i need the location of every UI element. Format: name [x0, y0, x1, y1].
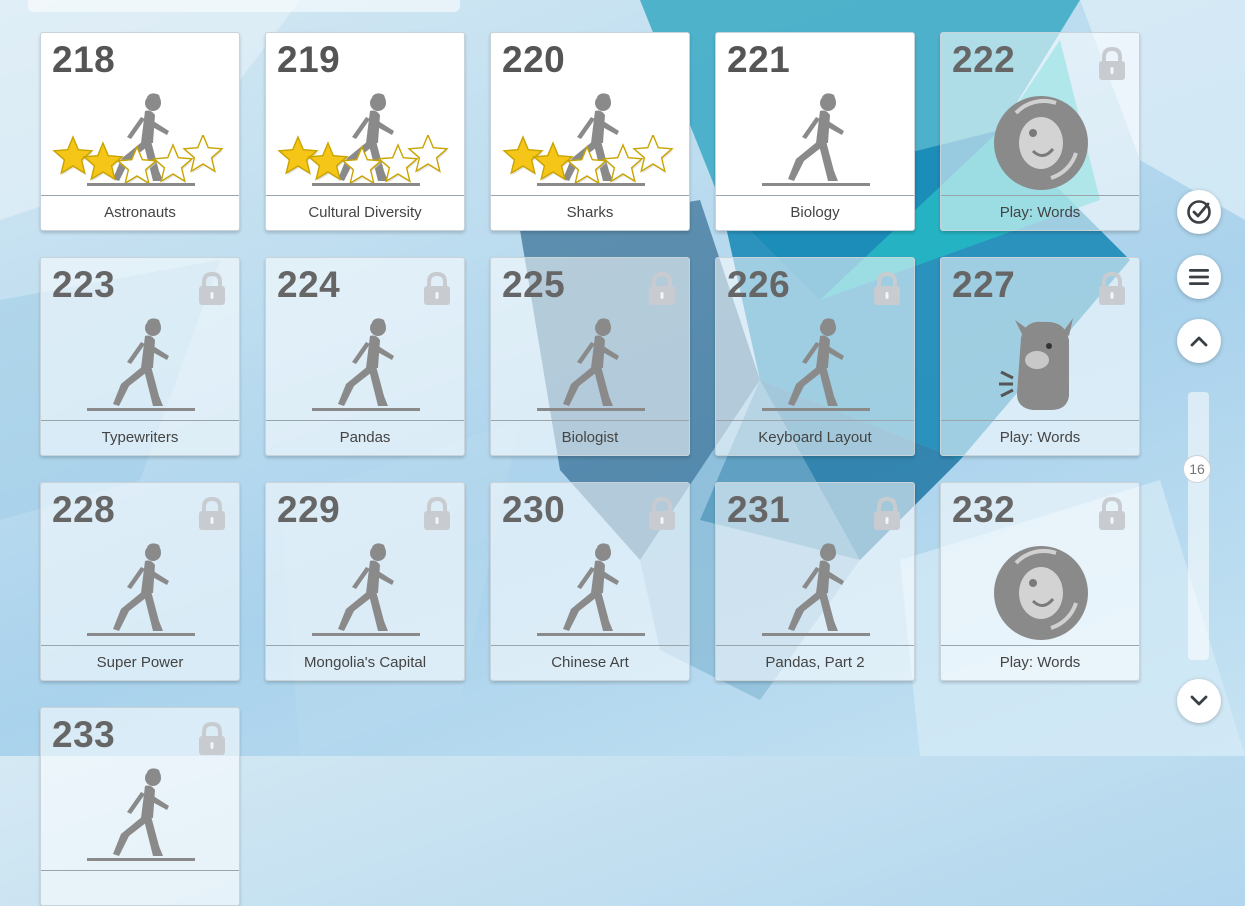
- lock-icon: [1099, 272, 1125, 305]
- level-label: Pandas: [266, 420, 464, 455]
- star-rating: [277, 135, 449, 183]
- game-monster-coin-icon: [994, 96, 1088, 190]
- level-label: Astronauts: [41, 195, 239, 230]
- level-label: Sharks: [491, 195, 689, 230]
- lock-icon: [1099, 47, 1125, 80]
- runner-icon: [312, 318, 420, 411]
- lock-icon: [199, 272, 225, 305]
- lock-icon: [199, 497, 225, 530]
- level-tile[interactable]: 231 Pandas, Part 2: [715, 482, 915, 681]
- lock-icon: [199, 722, 225, 755]
- chevron-up-icon: [1190, 336, 1208, 347]
- level-label: Pandas, Part 2: [716, 645, 914, 680]
- runner-icon: [537, 543, 645, 636]
- page-indicator[interactable]: 16: [1183, 455, 1211, 483]
- level-label: Biologist: [491, 420, 689, 455]
- level-tile[interactable]: 224 Pandas: [265, 257, 465, 456]
- check-circle-icon: [1187, 200, 1211, 224]
- runner-icon: [762, 543, 870, 636]
- level-tile[interactable]: 219 Cultural Diversity: [265, 32, 465, 231]
- runner-icon: [87, 543, 195, 636]
- game-monster-icon: [999, 318, 1073, 410]
- level-tile[interactable]: 223 Typewriters: [40, 257, 240, 456]
- level-tile[interactable]: 233: [40, 707, 240, 906]
- menu-button[interactable]: [1177, 255, 1221, 299]
- scroll-track[interactable]: [1188, 392, 1209, 660]
- runner-icon: [537, 318, 645, 411]
- hamburger-menu-icon: [1189, 269, 1209, 285]
- checklist-button[interactable]: [1177, 190, 1221, 234]
- lock-icon: [874, 497, 900, 530]
- lock-icon: [424, 497, 450, 530]
- level-label: Play: Words: [941, 645, 1139, 680]
- star-rating: [502, 135, 674, 183]
- runner-icon: [87, 318, 195, 411]
- level-label: Biology: [716, 195, 914, 230]
- runner-icon: [762, 318, 870, 411]
- level-label: Play: Words: [941, 195, 1139, 230]
- scroll-up-button[interactable]: [1177, 319, 1221, 363]
- level-tile[interactable]: 228 Super Power: [40, 482, 240, 681]
- game-monster-coin-icon: [994, 546, 1088, 640]
- lock-icon: [649, 497, 675, 530]
- lock-icon: [424, 272, 450, 305]
- level-label: Typewriters: [41, 420, 239, 455]
- lock-icon: [649, 272, 675, 305]
- level-tile[interactable]: 226 Keyboard Layout: [715, 257, 915, 456]
- level-label: Keyboard Layout: [716, 420, 914, 455]
- runner-icon: [87, 768, 195, 861]
- level-tile[interactable]: 232 Play: Words: [940, 482, 1140, 681]
- runner-icon: [762, 93, 870, 186]
- lock-icon: [874, 272, 900, 305]
- scroll-down-button[interactable]: [1177, 679, 1221, 723]
- level-tile[interactable]: 220 Sharks: [490, 32, 690, 231]
- level-tile[interactable]: 218 Astronauts: [40, 32, 240, 231]
- runner-icon: [312, 543, 420, 636]
- lock-icon: [1099, 497, 1125, 530]
- level-label: Play: Words: [941, 420, 1139, 455]
- star-rating: [52, 135, 224, 183]
- level-label: Chinese Art: [491, 645, 689, 680]
- level-label: Mongolia's Capital: [266, 645, 464, 680]
- level-tile[interactable]: 225 Biologist: [490, 257, 690, 456]
- level-tile[interactable]: 229 Mongolia's Capital: [265, 482, 465, 681]
- chevron-down-icon: [1190, 695, 1208, 706]
- level-label: [41, 870, 239, 905]
- level-tile[interactable]: 230 Chinese Art: [490, 482, 690, 681]
- level-grid: 218 Astronauts 219 Cultural Diversity 22…: [0, 0, 1245, 906]
- level-tile[interactable]: 227 Play: Words: [940, 257, 1140, 456]
- level-label: Super Power: [41, 645, 239, 680]
- level-tile[interactable]: 222 Play: Words: [940, 32, 1140, 231]
- level-label: Cultural Diversity: [266, 195, 464, 230]
- level-tile[interactable]: 221 Biology: [715, 32, 915, 231]
